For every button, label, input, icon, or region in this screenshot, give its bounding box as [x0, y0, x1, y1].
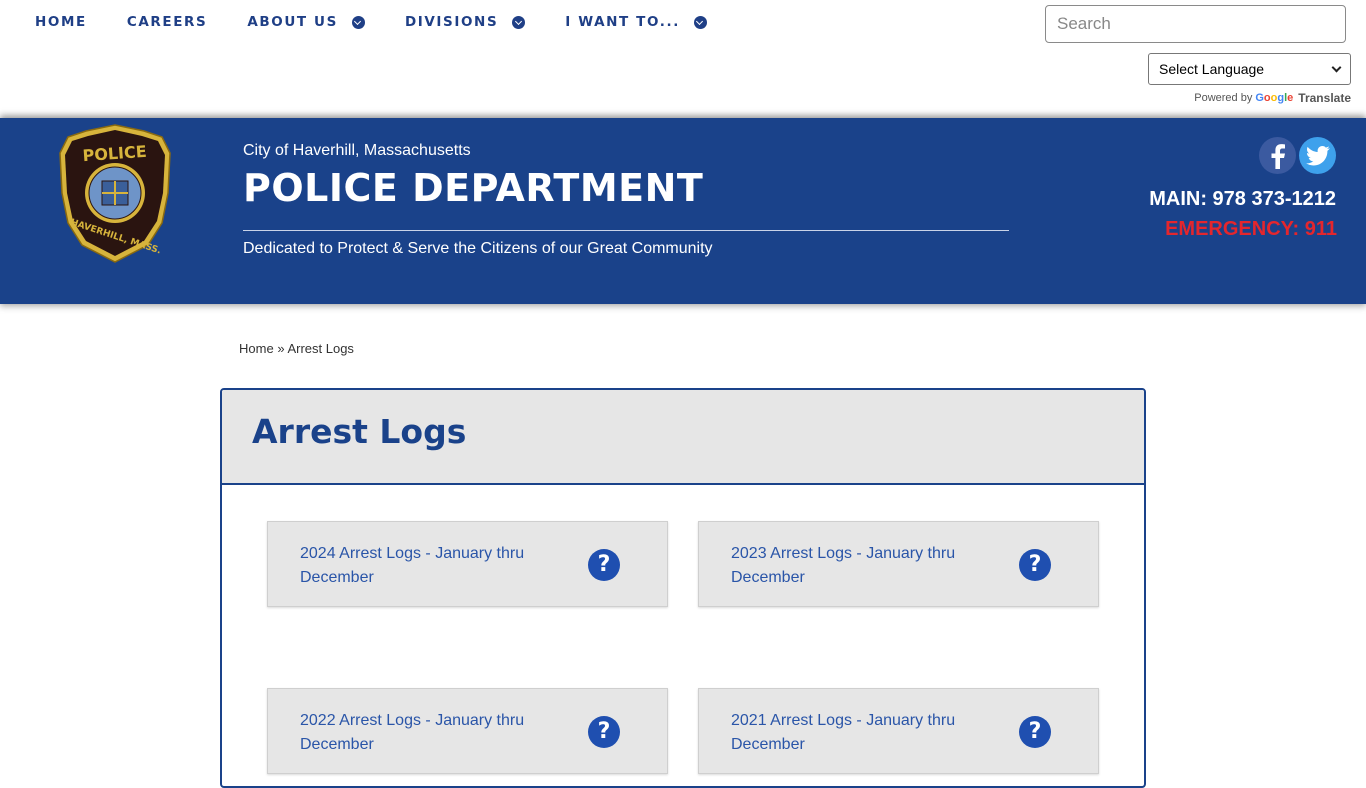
breadcrumb: Home » Arrest Logs: [239, 341, 354, 356]
chevron-down-icon[interactable]: [693, 15, 707, 29]
breadcrumb-current: Arrest Logs: [287, 341, 354, 356]
breadcrumb-separator: »: [277, 341, 285, 356]
question-icon: ?: [588, 549, 620, 581]
facebook-link[interactable]: [1259, 137, 1296, 174]
card-2023-arrest-logs[interactable]: 2023 Arrest Logs - January thru December…: [698, 521, 1099, 607]
nav-divisions-label: DIVISIONS: [404, 14, 499, 30]
search-input[interactable]: [1045, 5, 1346, 43]
nav-careers-label: CAREERS: [126, 14, 208, 30]
google-logo: Google: [1255, 92, 1294, 104]
nav-careers[interactable]: CAREERS: [127, 14, 208, 30]
card-label: 2021 Arrest Logs - January thru December: [731, 712, 956, 753]
chevron-down-icon[interactable]: [351, 15, 365, 29]
header-banner: POLICE HAVERHILL, MASS. City of Haverhil…: [0, 118, 1366, 304]
chevron-down-icon[interactable]: [512, 15, 526, 29]
panel-header: Arrest Logs: [222, 390, 1144, 485]
top-bar: HOME CAREERS ABOUT US DIVISIONS I WANT T…: [0, 0, 1366, 117]
question-icon: ?: [1019, 549, 1051, 581]
language-select-label: Select Language: [1159, 61, 1265, 77]
twitter-link[interactable]: [1299, 137, 1336, 174]
police-badge-logo[interactable]: POLICE HAVERHILL, MASS.: [58, 123, 172, 263]
nav-about-us-label: ABOUT US: [247, 14, 338, 30]
page-title-dept: POLICE DEPARTMENT: [243, 166, 704, 210]
language-select[interactable]: Select Language: [1148, 53, 1351, 85]
nav-divisions[interactable]: DIVISIONS: [404, 14, 526, 30]
question-icon: ?: [1019, 716, 1051, 748]
city-name: City of Haverhill, Massachusetts: [243, 142, 471, 159]
card-2021-arrest-logs[interactable]: 2021 Arrest Logs - January thru December…: [698, 688, 1099, 774]
facebook-icon: [1271, 143, 1285, 169]
card-label: 2023 Arrest Logs - January thru December: [731, 545, 956, 586]
header-divider: [243, 230, 1009, 231]
card-label: 2022 Arrest Logs - January thru December: [300, 712, 525, 753]
chevron-down-icon: [1331, 62, 1342, 72]
nav-about-us[interactable]: ABOUT US: [247, 14, 365, 30]
nav-i-want-to[interactable]: I WANT TO...: [565, 14, 707, 30]
breadcrumb-home[interactable]: Home: [239, 341, 274, 356]
emergency-phone: EMERGENCY: 911: [1165, 218, 1337, 240]
card-2022-arrest-logs[interactable]: 2022 Arrest Logs - January thru December…: [267, 688, 668, 774]
translate-link[interactable]: Translate: [1298, 91, 1351, 105]
powered-by-text: Powered by: [1194, 92, 1253, 104]
arrest-logs-panel: Arrest Logs 2024 Arrest Logs - January t…: [220, 388, 1146, 788]
department-motto: Dedicated to Protect & Serve the Citizen…: [243, 240, 713, 257]
nav-home-label: HOME: [35, 14, 87, 30]
nav-i-want-to-label: I WANT TO...: [565, 14, 680, 30]
main-phone: MAIN: 978 373-1212: [1149, 188, 1336, 210]
card-2024-arrest-logs[interactable]: 2024 Arrest Logs - January thru December…: [267, 521, 668, 607]
twitter-icon: [1305, 145, 1330, 165]
question-icon: ?: [588, 716, 620, 748]
main-nav: HOME CAREERS ABOUT US DIVISIONS I WANT T…: [35, 14, 747, 30]
nav-home[interactable]: HOME: [35, 14, 87, 30]
powered-by-google: Powered by Google Translate: [1194, 91, 1351, 105]
page-title: Arrest Logs: [252, 412, 467, 451]
card-label: 2024 Arrest Logs - January thru December: [300, 545, 525, 586]
